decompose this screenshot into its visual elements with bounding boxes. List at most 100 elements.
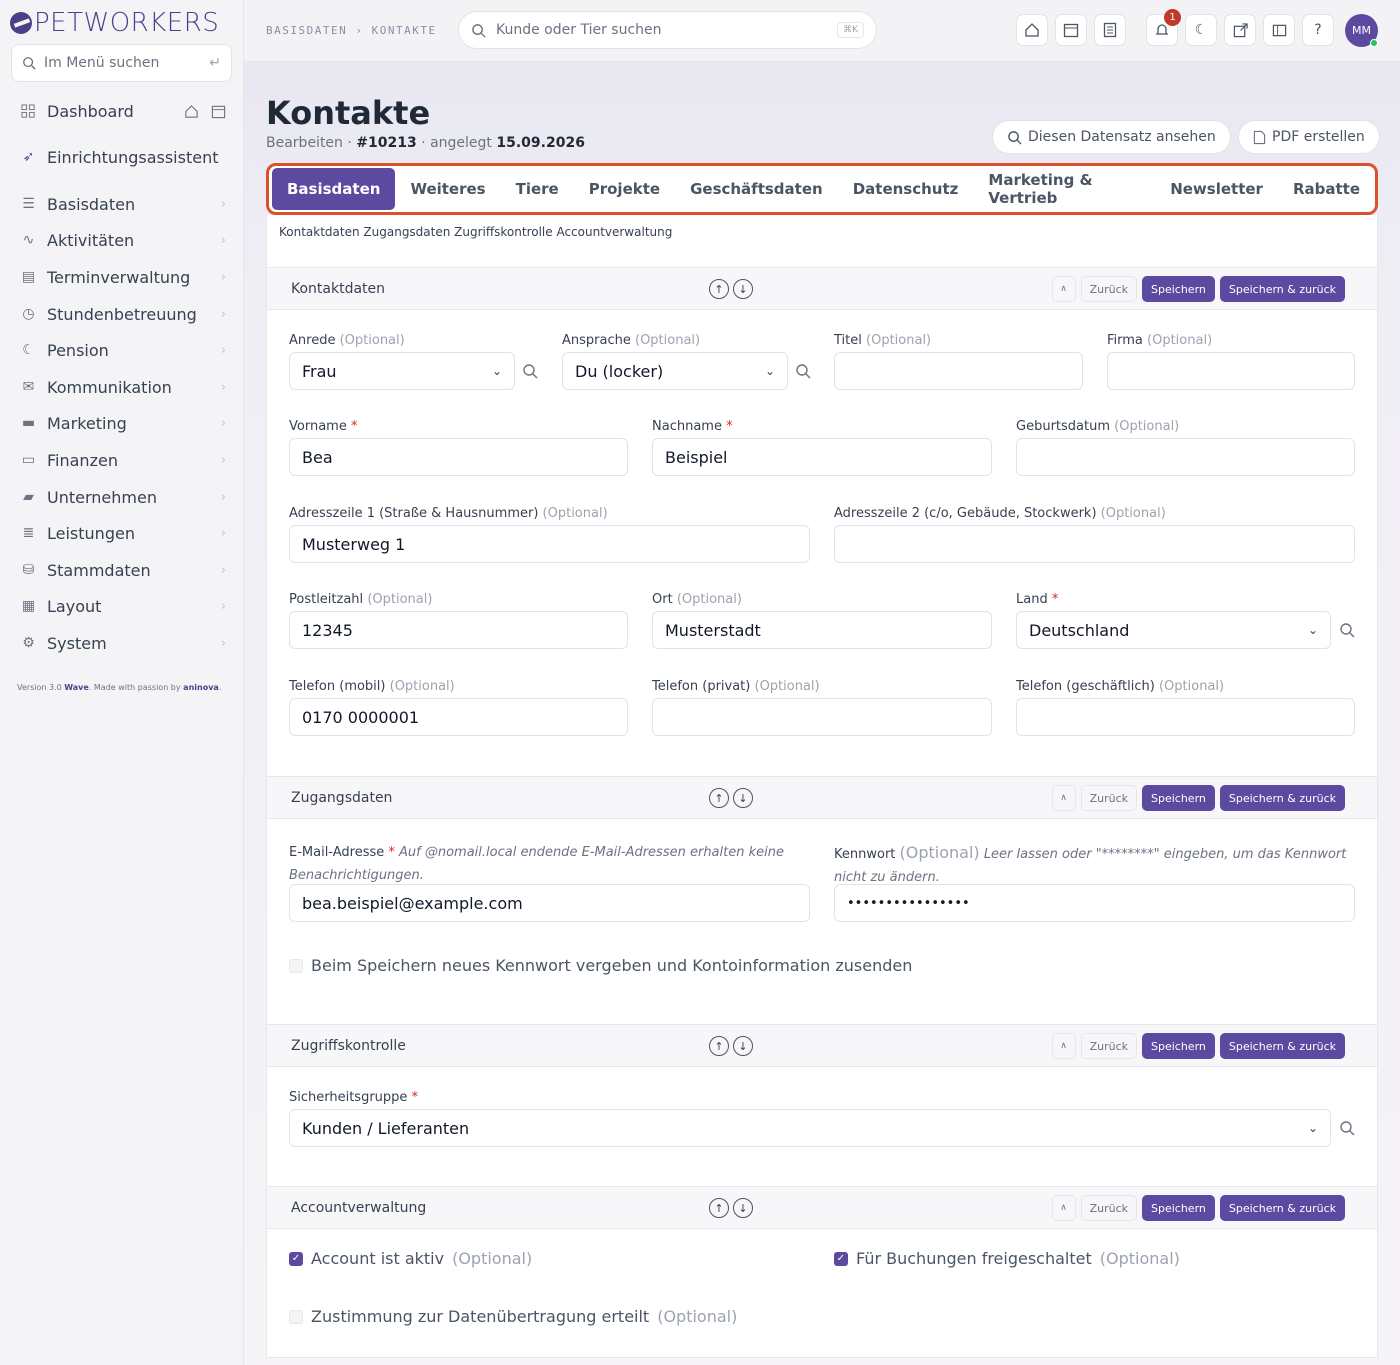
adresse2-input[interactable] [834,525,1355,563]
sidebar-item-system[interactable]: ⚙ System › [20,628,226,658]
checkbox-unchecked[interactable] [289,958,303,973]
checkbox-checked[interactable]: ✓ [834,1251,848,1266]
plz-input[interactable]: 12345 [289,611,628,649]
move-down-icon[interactable]: ↓ [733,788,753,808]
back-button[interactable]: Zurück [1080,276,1137,302]
breadcrumb[interactable]: BASISDATEN › KONTAKTE [266,24,437,37]
collapse-button[interactable]: ∧ [1051,1033,1076,1059]
nachname-input[interactable]: Beispiel [652,438,992,476]
tab-tiere[interactable]: Tiere [501,168,574,210]
tab-projekte[interactable]: Projekte [574,168,675,210]
tab-datenschutz[interactable]: Datenschutz [838,168,974,210]
tab-newsletter[interactable]: Newsletter [1155,168,1278,210]
tel-mobil-label: Telefon (mobil) (Optional) [289,679,455,694]
tab-weiteres[interactable]: Weiteres [395,168,500,210]
collapse-button[interactable]: ∧ [1051,276,1076,302]
sicherheitsgruppe-select[interactable]: Kunden / Lieferanten ⌄ [289,1109,1331,1147]
sidebar-item-einrichtungsassistent[interactable]: ➶ Einrichtungsassistent [20,142,226,172]
tab-geschaeftsdaten[interactable]: Geschäftsdaten [675,168,838,210]
brand-logo[interactable]: PETWORKERS [10,8,219,38]
sidebar-item-leistungen[interactable]: ≣ Leistungen › [20,518,226,548]
tab-rabatte[interactable]: Rabatte [1278,168,1375,210]
save-button[interactable]: Speichern [1142,785,1215,811]
calendar-icon[interactable] [211,104,226,119]
sidebar-item-layout[interactable]: ▦ Layout › [20,591,226,621]
neues-kennwort-checkbox[interactable]: Beim Speichern neues Kennwort vergeben u… [289,956,912,975]
back-button[interactable]: Zurück [1080,1195,1137,1221]
ort-input[interactable]: Musterstadt [652,611,992,649]
search-icon[interactable] [521,362,539,380]
zustimmung-checkbox[interactable]: Zustimmung zur Datenübertragung erteilt … [289,1307,737,1326]
move-down-icon[interactable]: ↓ [733,1198,753,1218]
section-navigation[interactable]: Kontaktdaten Zugangsdaten Zugriffskontro… [279,225,672,239]
create-pdf-button[interactable]: PDF erstellen [1238,120,1380,154]
sidebar-item-basisdaten[interactable]: ☰ Basisdaten › [20,189,226,219]
tab-basisdaten[interactable]: Basisdaten [272,168,396,210]
sidebar-item-pension[interactable]: ☾ Pension › [20,335,226,365]
calendar-button[interactable] [1055,14,1087,46]
back-button[interactable]: Zurück [1080,1033,1137,1059]
move-down-icon[interactable]: ↓ [733,279,753,299]
tel-geschaeft-input[interactable] [1016,698,1355,736]
anrede-select[interactable]: Frau ⌄ [289,352,515,390]
sidebar-item-unternehmen[interactable]: ▰ Unternehmen › [20,482,226,512]
search-icon[interactable] [1338,1119,1356,1137]
sidebar-item-stundenbetreuung[interactable]: ◷ Stundenbetreuung › [20,299,226,329]
pdf-icon [1253,130,1266,144]
land-select[interactable]: Deutschland ⌄ [1016,611,1331,649]
sidebar-item-aktivitaeten[interactable]: ∿ Aktivitäten › [20,225,226,255]
email-input[interactable]: bea.beispiel@example.com [289,884,810,922]
account-aktiv-checkbox[interactable]: ✓ Account ist aktiv (Optional) [289,1249,532,1268]
collapse-button[interactable]: ∧ [1051,1195,1076,1221]
move-down-icon[interactable]: ↓ [733,1036,753,1056]
view-record-button[interactable]: Diesen Datensatz ansehen [992,120,1231,154]
ansprache-select[interactable]: Du (locker) ⌄ [562,352,788,390]
move-up-icon[interactable]: ↑ [709,788,729,808]
tab-marketing-vertrieb[interactable]: Marketing & Vertrieb [973,168,1155,210]
geburtsdatum-input[interactable] [1016,438,1355,476]
move-up-icon[interactable]: ↑ [709,1036,729,1056]
titel-input[interactable] [834,352,1083,390]
save-button[interactable]: Speichern [1142,1033,1215,1059]
vorname-input[interactable]: Bea [289,438,628,476]
firma-input[interactable] [1107,352,1355,390]
sidebar-item-finanzen[interactable]: ▭ Finanzen › [20,445,226,475]
collapse-button[interactable]: ∧ [1051,785,1076,811]
search-icon[interactable] [794,362,812,380]
save-button[interactable]: Speichern [1142,276,1215,302]
notes-button[interactable] [1094,14,1126,46]
sidebar-toggle-button[interactable] [1263,14,1295,46]
help-button[interactable]: ? [1302,14,1334,46]
tel-mobil-input[interactable]: 0170 0000001 [289,698,628,736]
open-external-button[interactable] [1224,14,1256,46]
global-search-input[interactable]: Kunde oder Tier suchen ⌘K [458,11,877,49]
buchungen-checkbox[interactable]: ✓ Für Buchungen freigeschaltet (Optional… [834,1249,1180,1268]
sidebar-item-kommunikation[interactable]: ✉ Kommunikation › [20,372,226,402]
save-and-back-button[interactable]: Speichern & zurück [1219,1195,1345,1221]
home-button[interactable] [1016,14,1048,46]
adresse1-input[interactable]: Musterweg 1 [289,525,810,563]
move-up-icon[interactable]: ↑ [709,279,729,299]
sidebar-item-terminverwaltung[interactable]: ▤ Terminverwaltung › [20,262,226,292]
checkbox-checked[interactable]: ✓ [289,1251,303,1266]
avatar[interactable]: MM [1345,14,1378,47]
home-icon[interactable] [184,104,199,119]
save-button[interactable]: Speichern [1142,1195,1215,1221]
sidebar-item-marketing[interactable]: ▬ Marketing › [20,408,226,438]
adresse1-label: Adresszeile 1 (Straße & Hausnummer) (Opt… [289,506,608,521]
save-and-back-button[interactable]: Speichern & zurück [1219,276,1345,302]
notifications-button[interactable]: 1 [1146,9,1181,46]
kennwort-input[interactable]: •••••••••••••••• [834,884,1355,922]
move-up-icon[interactable]: ↑ [709,1198,729,1218]
checkbox-unchecked[interactable] [289,1309,303,1324]
tel-privat-input[interactable] [652,698,992,736]
sidebar-item-stammdaten[interactable]: ⛁ Stammdaten › [20,555,226,585]
dark-mode-button[interactable]: ☾ [1185,14,1217,46]
back-button[interactable]: Zurück [1080,785,1137,811]
anrede-label: Anrede (Optional) [289,333,405,348]
save-and-back-button[interactable]: Speichern & zurück [1219,785,1345,811]
save-and-back-button[interactable]: Speichern & zurück [1219,1033,1345,1059]
search-icon[interactable] [1338,621,1356,639]
sidebar-item-dashboard[interactable]: Dashboard [20,96,226,126]
menu-search-input[interactable]: Im Menü suchen ↵ [11,44,232,82]
